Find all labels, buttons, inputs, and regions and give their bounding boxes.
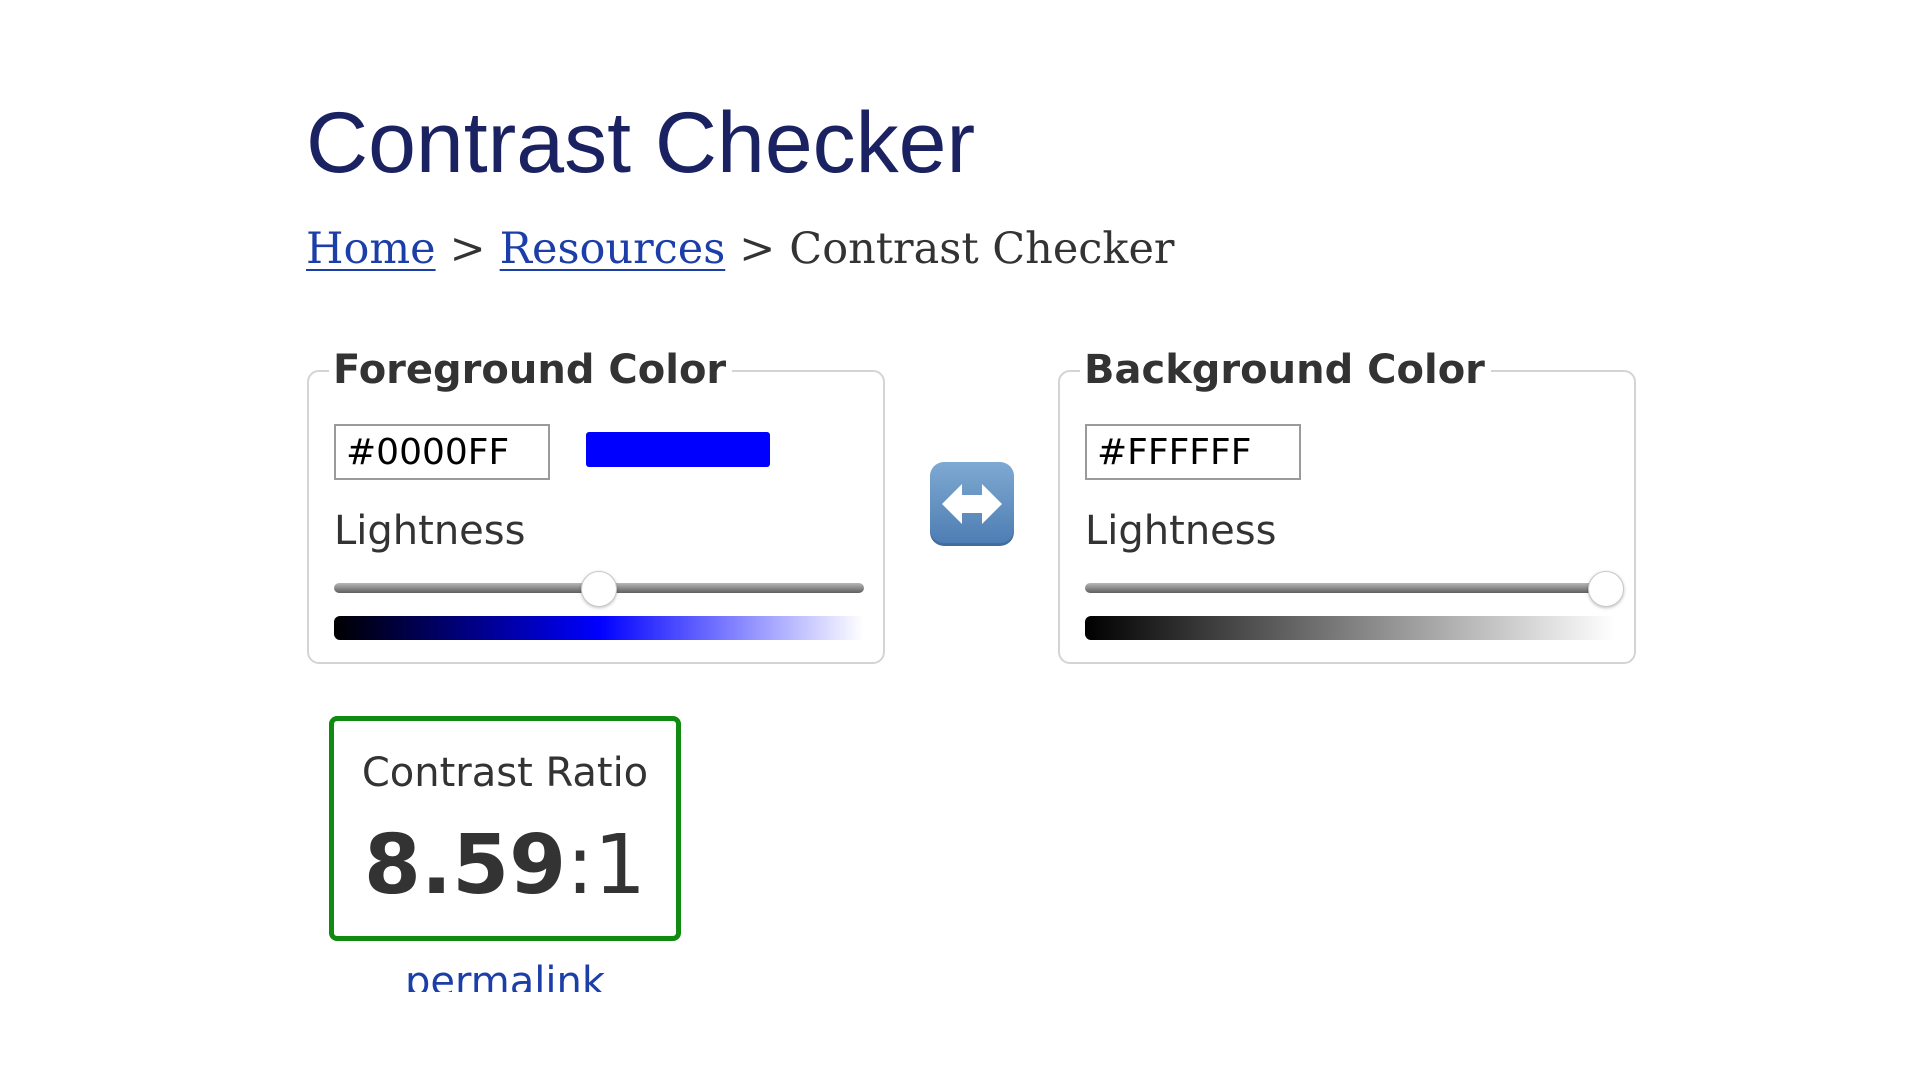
permalink-link[interactable]: permalink bbox=[405, 958, 605, 992]
foreground-hex-input[interactable] bbox=[334, 424, 550, 480]
background-lightness-slider-thumb[interactable] bbox=[1588, 571, 1624, 607]
contrast-ratio-number: 8.59 bbox=[363, 818, 567, 913]
contrast-ratio-value: 8.59:1 bbox=[334, 817, 676, 915]
breadcrumb-separator: > bbox=[449, 224, 486, 274]
breadcrumb-separator: > bbox=[739, 224, 776, 274]
left-right-arrow-icon bbox=[942, 484, 1002, 524]
breadcrumb: Home > Resources > Contrast Checker bbox=[306, 228, 1174, 271]
foreground-lightness-gradient bbox=[334, 616, 864, 640]
contrast-ratio-label: Contrast Ratio bbox=[361, 750, 649, 796]
foreground-color-panel: Foreground Color Lightness bbox=[307, 346, 885, 664]
foreground-color-legend: Foreground Color bbox=[329, 346, 733, 394]
permalink-container: permalink bbox=[329, 958, 681, 992]
foreground-lightness-slider-thumb[interactable] bbox=[581, 571, 617, 607]
background-lightness-slider[interactable] bbox=[1085, 583, 1615, 593]
background-lightness-gradient bbox=[1085, 616, 1615, 640]
background-lightness-label: Lightness bbox=[1085, 508, 1277, 554]
breadcrumb-current-page: Contrast Checker bbox=[789, 224, 1175, 274]
background-color-legend: Background Color bbox=[1080, 346, 1491, 394]
contrast-ratio-denominator: 1 bbox=[593, 818, 647, 913]
page-title: Contrast Checker bbox=[306, 95, 976, 191]
breadcrumb-home-link[interactable]: Home bbox=[306, 224, 436, 274]
foreground-color-swatch[interactable] bbox=[586, 432, 770, 467]
breadcrumb-resources-link[interactable]: Resources bbox=[500, 224, 726, 274]
contrast-ratio-separator: : bbox=[566, 818, 594, 913]
background-hex-input[interactable] bbox=[1085, 424, 1301, 480]
foreground-lightness-label: Lightness bbox=[334, 508, 526, 554]
swap-colors-button[interactable] bbox=[930, 462, 1014, 546]
background-color-panel: Background Color Lightness bbox=[1058, 346, 1636, 664]
contrast-ratio-result: Contrast Ratio 8.59:1 bbox=[329, 716, 681, 941]
